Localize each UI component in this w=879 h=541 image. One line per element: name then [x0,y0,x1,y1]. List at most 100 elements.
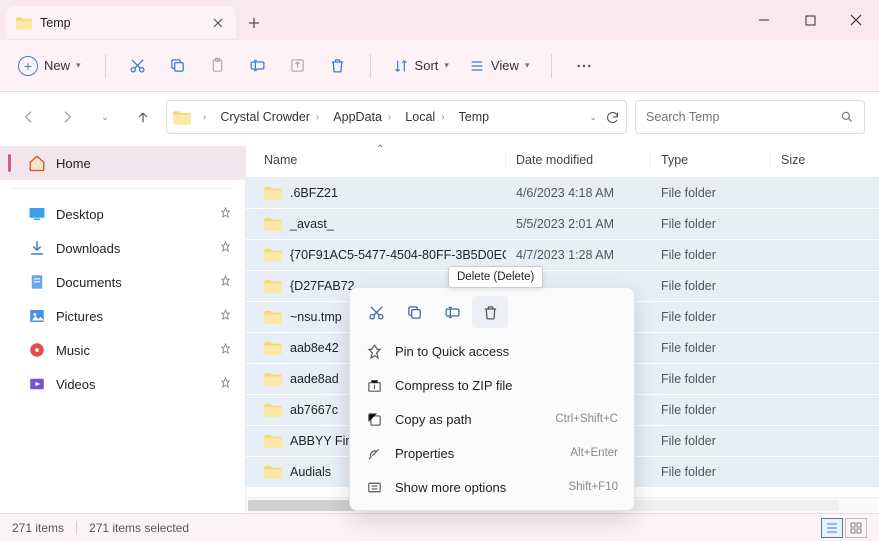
music-icon [28,341,46,359]
videos-icon [28,375,46,393]
column-date[interactable]: Date modified [506,153,651,167]
menu-item-icon [366,479,383,496]
sidebar-item-downloads[interactable]: Downloads [0,231,245,265]
separator [370,54,371,78]
copy-button[interactable] [160,48,196,84]
sidebar-item-label: Desktop [56,207,104,222]
breadcrumb[interactable]: Temp [457,108,492,126]
paste-button[interactable] [200,48,236,84]
ctx-delete-button[interactable] [472,296,508,328]
pin-icon [220,241,231,255]
cut-button[interactable] [120,48,156,84]
sort-button[interactable]: Sort ▾ [385,48,457,84]
sidebar: Home Desktop Downloads Documents PicturesMu… [0,142,246,513]
sidebar-item-desktop[interactable]: Desktop [0,197,245,231]
sort-label: Sort [415,58,439,73]
folder-icon [264,403,282,417]
maximize-button[interactable] [787,0,833,40]
delete-button[interactable] [320,48,356,84]
back-button[interactable] [14,109,44,125]
ctx-cut-button[interactable] [358,296,394,328]
menu-item-icon [366,411,383,428]
search-input[interactable] [646,110,840,124]
rename-button[interactable] [240,48,276,84]
folder-icon [264,341,282,355]
sidebar-home[interactable]: Home [0,146,245,180]
separator [551,54,552,78]
file-type: File folder [651,279,771,293]
new-tab-button[interactable] [236,6,272,40]
view-button[interactable]: View ▾ [461,48,537,84]
ctx-copy-button[interactable] [396,296,432,328]
status-count: 271 items [12,521,64,535]
breadcrumb-chev[interactable]: › [197,110,212,125]
ctx-rename-button[interactable] [434,296,470,328]
desktop-icon [28,205,46,223]
view-label: View [491,58,519,73]
menu-item-icon [366,343,383,360]
column-type[interactable]: Type [651,153,771,167]
downloads-icon [28,239,46,257]
context-menu-item[interactable]: Compress to ZIP file [356,368,628,402]
tab-close-button[interactable] [210,15,226,31]
menu-item-icon [366,377,383,394]
file-type: File folder [651,403,771,417]
address-bar[interactable]: › Crystal Crowder› AppData› Local› Temp … [166,100,627,134]
file-date: 4/6/2023 4:18 AM [506,186,651,200]
search-icon [840,110,854,124]
table-row[interactable]: {70F91AC5-5477-4504-80FF-3B5D0EC79D…4/7/… [246,240,879,271]
close-window-button[interactable] [833,0,879,40]
column-headers: ⌃ Name Date modified Type Size [246,142,879,178]
search-box[interactable] [635,100,865,134]
file-name: Audials [290,465,331,479]
menu-item-label: Pin to Quick access [395,344,509,359]
menu-item-label: Compress to ZIP file [395,378,513,393]
pin-icon [220,309,231,323]
breadcrumb[interactable]: AppData› [331,108,397,126]
recent-button[interactable]: ⌄ [90,112,120,123]
column-size[interactable]: Size [771,153,879,167]
pictures-icon [28,307,46,325]
forward-button[interactable] [52,109,82,125]
new-button[interactable]: + New ▾ [14,52,91,80]
sidebar-item-label: Documents [56,275,122,290]
chevron-down-icon[interactable]: ⌄ [589,112,597,123]
context-menu-item[interactable]: Show more optionsShift+F10 [356,470,628,504]
sidebar-item-label: Downloads [56,241,120,256]
thumbnails-view-button[interactable] [845,518,867,538]
file-type: File folder [651,341,771,355]
more-button[interactable] [566,48,602,84]
sidebar-item-label: Videos [56,377,96,392]
breadcrumb[interactable]: Local› [403,108,450,126]
folder-icon [264,372,282,386]
context-menu-item[interactable]: Pin to Quick access [356,334,628,368]
details-view-button[interactable] [821,518,843,538]
status-bar: 271 items 271 items selected [0,513,879,541]
menu-item-label: Show more options [395,480,506,495]
minimize-button[interactable] [741,0,787,40]
plus-icon: + [18,56,38,76]
sidebar-item-pictures[interactable]: Pictures [0,299,245,333]
separator [76,521,77,535]
separator [12,188,233,189]
folder-icon [264,248,282,262]
pin-icon [220,343,231,357]
sidebar-item-music[interactable]: Music [0,333,245,367]
up-button[interactable] [128,109,158,125]
file-date: 4/7/2023 1:28 AM [506,248,651,262]
sidebar-item-documents[interactable]: Documents [0,265,245,299]
context-menu-item[interactable]: PropertiesAlt+Enter [356,436,628,470]
menu-item-shortcut: Ctrl+Shift+C [555,413,618,425]
context-menu-item[interactable]: Copy as pathCtrl+Shift+C [356,402,628,436]
chevron-down-icon: ▾ [444,60,449,71]
refresh-button[interactable] [605,110,620,125]
share-button[interactable] [280,48,316,84]
file-type: File folder [651,465,771,479]
window-tab[interactable]: Temp [6,6,236,40]
context-menu: Pin to Quick access Compress to ZIP file C… [349,287,635,511]
breadcrumb[interactable]: Crystal Crowder› [218,108,325,126]
file-date: 5/5/2023 2:01 AM [506,217,651,231]
sidebar-item-videos[interactable]: Videos [0,367,245,401]
table-row[interactable]: .6BFZ214/6/2023 4:18 AMFile folder [246,178,879,209]
table-row[interactable]: _avast_5/5/2023 2:01 AMFile folder [246,209,879,240]
